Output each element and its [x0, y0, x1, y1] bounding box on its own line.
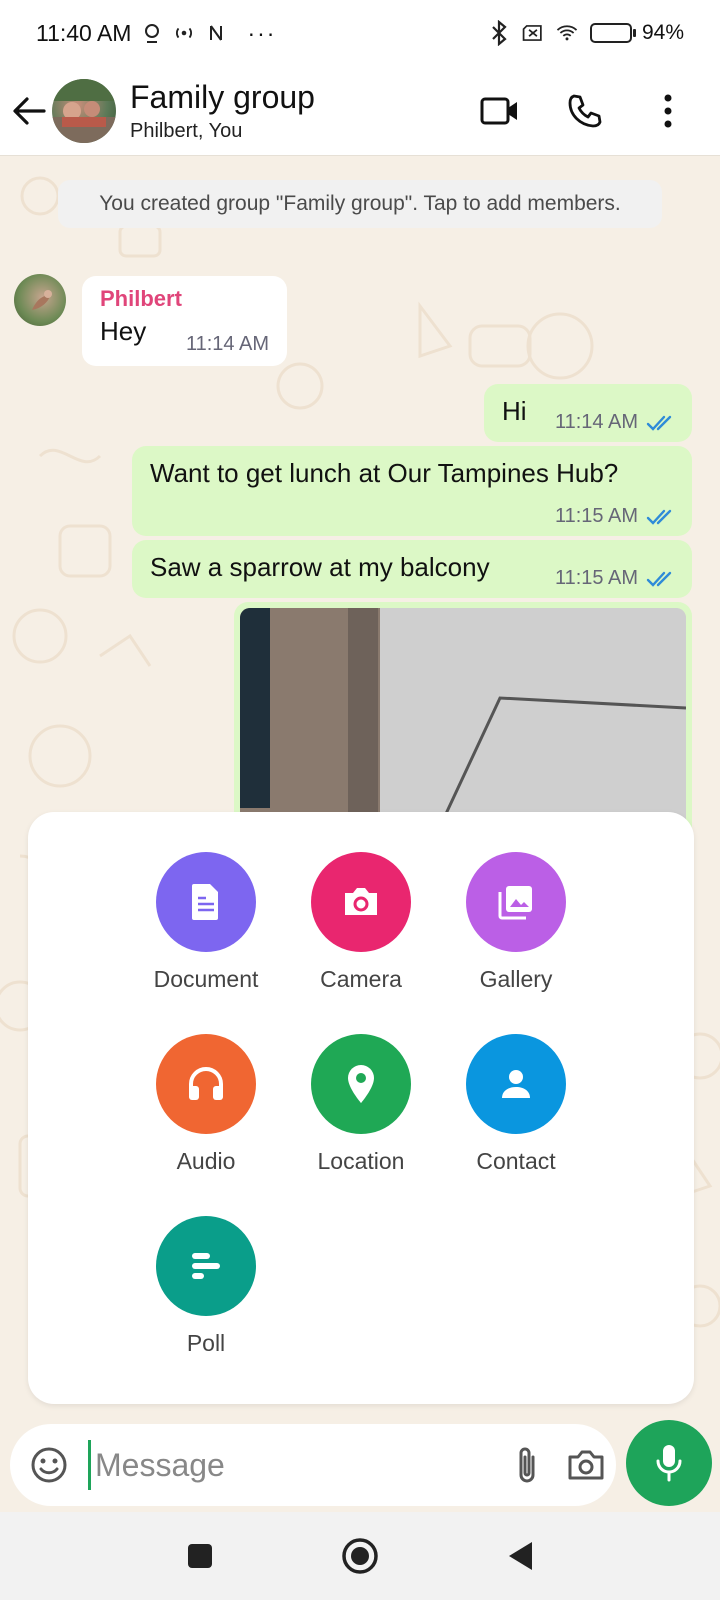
sender-avatar[interactable] [14, 274, 66, 326]
message-input[interactable] [88, 1440, 515, 1490]
wifi-icon [556, 22, 578, 44]
contact-circle [466, 1034, 566, 1134]
attach-audio-button[interactable]: Audio [131, 1034, 281, 1175]
emoji-icon [31, 1447, 67, 1483]
bluetooth-icon [488, 20, 510, 46]
person-icon [502, 1070, 530, 1098]
more-options-button[interactable] [646, 89, 690, 133]
sync-icon [141, 22, 163, 44]
chat-title-block[interactable]: Family group Philbert, You [130, 79, 315, 143]
system-message: You created group "Family group". Tap to… [58, 180, 662, 228]
battery-indicator: 94% [589, 21, 684, 45]
attach-camera-button[interactable]: Camera [286, 852, 436, 993]
headphones-icon [189, 1067, 223, 1100]
poll-icon [192, 1253, 220, 1279]
chat-header: Family group Philbert, You [0, 66, 720, 156]
paperclip-icon [519, 1447, 535, 1483]
home-circle-icon [342, 1538, 378, 1574]
camera-circle [311, 852, 411, 952]
video-call-button[interactable] [478, 89, 522, 133]
chat-subtitle: Philbert, You [130, 119, 243, 142]
message-text: Hi [502, 396, 527, 426]
home-button[interactable] [335, 1531, 385, 1581]
message-time: 11:14 AM [185, 333, 269, 355]
attach-contact-button[interactable]: Contact [441, 1034, 591, 1175]
nfc-icon [205, 22, 227, 44]
attach-label: Location [317, 1148, 405, 1174]
voice-message-button[interactable] [626, 1420, 712, 1506]
camera-icon [568, 1450, 604, 1480]
audio-circle [156, 1034, 256, 1134]
attach-label: Audio [176, 1148, 236, 1174]
hotspot-icon [173, 22, 195, 44]
more-vertical-icon [664, 94, 672, 127]
poll-circle [156, 1216, 256, 1316]
chat-title: Family group [130, 78, 315, 115]
attach-label: Document [153, 966, 259, 992]
outgoing-message[interactable]: Saw a sparrow at my balcony 11:15 AM [132, 540, 692, 598]
attach-label: Contact [476, 1148, 556, 1174]
group-avatar[interactable] [52, 78, 116, 143]
read-receipt-icon [646, 571, 672, 587]
read-receipt-icon [646, 415, 672, 431]
location-circle [311, 1034, 411, 1134]
attach-poll-button[interactable]: Poll [131, 1216, 281, 1357]
document-circle [156, 852, 256, 952]
message-text: Hey [100, 316, 147, 346]
gallery-icon [498, 886, 532, 920]
message-time: 11:14 AM [554, 411, 638, 433]
composer-camera-button[interactable] [567, 1440, 605, 1490]
microphone-icon [656, 1445, 682, 1482]
battery-percent: 94% [641, 21, 684, 44]
attach-label: Poll [186, 1330, 226, 1356]
attach-location-button[interactable]: Location [286, 1034, 436, 1175]
status-time: 11:40 AM [36, 19, 132, 46]
message-text: Saw a sparrow at my balcony [150, 552, 490, 582]
message-time: 11:15 AM [554, 567, 638, 589]
sender-name: Philbert [100, 286, 182, 311]
gallery-circle [466, 852, 566, 952]
voice-call-button[interactable] [562, 89, 606, 133]
square-icon [188, 1544, 212, 1568]
video-camera-icon [480, 97, 517, 124]
back-arrow-icon [13, 96, 46, 125]
attach-label: Camera [320, 966, 402, 992]
recents-button[interactable] [175, 1531, 225, 1581]
attach-document-button[interactable]: Document [131, 852, 281, 993]
message-text: Want to get lunch at Our Tampines Hub? [150, 458, 619, 488]
attach-button[interactable] [515, 1440, 539, 1490]
message-time: 11:15 AM [554, 505, 638, 527]
more-notifications: ··· [247, 19, 277, 46]
message-composer [10, 1424, 616, 1506]
battery-icon [589, 23, 632, 43]
attachment-menu: Document Camera Gallery Audio Location C… [28, 812, 694, 1404]
outgoing-message[interactable]: Want to get lunch at Our Tampines Hub? 1… [132, 446, 692, 536]
back-button[interactable] [0, 66, 58, 156]
no-sim-icon [522, 22, 544, 44]
phone-icon [568, 94, 602, 127]
emoji-button[interactable] [30, 1440, 68, 1490]
location-pin-icon [348, 1065, 374, 1103]
attach-gallery-button[interactable]: Gallery [441, 852, 591, 993]
system-nav-bar [0, 1512, 720, 1600]
outgoing-message[interactable]: Hi 11:14 AM [484, 384, 692, 442]
incoming-message[interactable]: Philbert Hey 11:14 AM [82, 276, 287, 366]
read-receipt-icon [646, 509, 672, 525]
document-icon [192, 884, 218, 920]
status-bar: 11:40 AM ··· 94% [0, 0, 720, 66]
back-nav-button[interactable] [495, 1531, 545, 1581]
camera-icon [345, 888, 377, 915]
attach-label: Gallery [479, 966, 553, 992]
triangle-back-icon [509, 1542, 532, 1570]
